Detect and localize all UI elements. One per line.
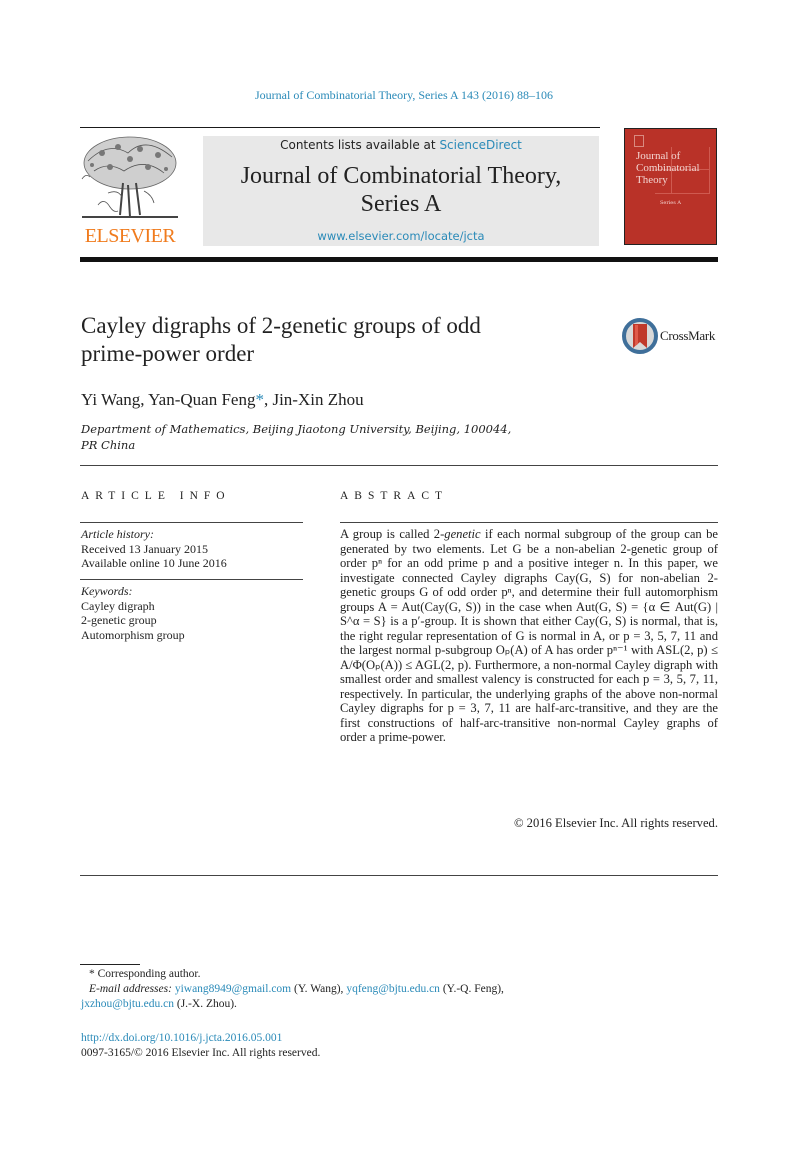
- journal-banner: Contents lists available at ScienceDirec…: [203, 136, 599, 246]
- email-owner: (Y.-Q. Feng),: [439, 983, 504, 995]
- abstract-emphasis: genetic: [444, 527, 481, 541]
- article-title: Cayley digraphs of 2-genetic groups of o…: [81, 312, 601, 368]
- article-title-line2: prime-power order: [81, 341, 255, 366]
- email-owner: (J.-X. Zhou).: [174, 998, 237, 1010]
- elsevier-wordmark: ELSEVIER: [84, 225, 176, 247]
- journal-cover-thumbnail[interactable]: Journal of Combinatorial Theory Series A: [624, 128, 717, 245]
- footnote-rule: [80, 964, 140, 965]
- keyword-item: Automorphism group: [81, 627, 185, 642]
- author-name[interactable]: Yi Wang,: [81, 390, 148, 409]
- keyword-item: 2-genetic group: [81, 613, 157, 627]
- crossmark-icon: [622, 318, 658, 354]
- email-addresses: E-mail addresses: yiwang8949@gmail.com (…: [81, 982, 721, 1012]
- issn-copyright: 0097-3165/© 2016 Elsevier Inc. All right…: [81, 1047, 321, 1059]
- header-top-rule: [80, 127, 600, 128]
- email-link[interactable]: yqfeng@bjtu.edu.cn: [346, 983, 440, 995]
- email-owner: (Y. Wang),: [291, 983, 347, 995]
- keywords-label: Keywords:: [81, 584, 133, 598]
- article-history: Article history: Received 13 January 201…: [81, 527, 227, 571]
- keywords-block: Keywords: Cayley digraph 2-genetic group…: [81, 584, 185, 642]
- abstract-rule: [340, 522, 718, 523]
- journal-url-link[interactable]: www.elsevier.com/locate/jcta: [203, 229, 599, 243]
- author-list: Yi Wang, Yan-Quan Feng*, Jin-Xin Zhou: [81, 390, 364, 410]
- doi-block: http://dx.doi.org/10.1016/j.jcta.2016.05…: [81, 1031, 320, 1061]
- cover-title-line3: Theory: [636, 174, 668, 186]
- elsevier-tree-icon: [81, 136, 178, 218]
- abstract-copyright: © 2016 Elsevier Inc. All rights reserved…: [513, 816, 718, 830]
- author-name[interactable]: Yan-Quan Feng: [148, 390, 255, 409]
- cover-subtitle: Series A: [659, 200, 682, 206]
- journal-title-line1: Journal of Combinatorial Theory,: [240, 163, 562, 189]
- affiliation: Department of Mathematics, Beijing Jiaot…: [81, 421, 581, 453]
- corresponding-author-note: * Corresponding author.: [81, 967, 721, 982]
- affiliation-line2: PR China: [81, 438, 136, 452]
- email-link[interactable]: jxzhou@bjtu.edu.cn: [81, 998, 174, 1010]
- sciencedirect-link[interactable]: ScienceDirect: [439, 138, 521, 152]
- contents-prefix: Contents lists available at: [280, 138, 440, 152]
- elsevier-logo[interactable]: ELSEVIER: [78, 133, 182, 248]
- abstract-text: A group is called 2-genetic if each norm…: [340, 527, 718, 745]
- abstract-heading: ABSTRACT: [340, 490, 449, 502]
- corresponding-author-marker[interactable]: *: [255, 390, 264, 409]
- keyword-item: Cayley digraph: [81, 598, 155, 613]
- cover-title: Journal of Combinatorial Theory: [636, 150, 700, 186]
- article-title-line1: Cayley digraphs of 2-genetic groups of o…: [81, 313, 481, 338]
- abstract-text-rest: if each normal subgroup of the group can…: [340, 527, 718, 744]
- crossmark-button[interactable]: CrossMark: [622, 318, 722, 354]
- journal-title-line2: Series A: [360, 191, 442, 217]
- abstract-text-start: A group is called 2-: [340, 527, 445, 541]
- corresponding-author-text: Corresponding author.: [94, 968, 201, 980]
- journal-title: Journal of Combinatorial Theory, Series …: [203, 162, 599, 218]
- contents-available-line: Contents lists available at ScienceDirec…: [203, 138, 599, 152]
- footnotes: * Corresponding author. E-mail addresses…: [81, 967, 721, 1012]
- article-info-heading: ARTICLE INFO: [81, 490, 231, 502]
- section-divider: [80, 465, 718, 466]
- crossmark-label: CrossMark: [660, 328, 716, 343]
- cover-logo-icon: [634, 135, 644, 147]
- journal-reference-link[interactable]: Journal of Combinatorial Theory, Series …: [0, 88, 808, 103]
- header-thick-rule: [80, 257, 718, 262]
- available-online-date: Available online 10 June 2016: [81, 556, 227, 570]
- article-history-label: Article history:: [81, 527, 154, 541]
- cover-title-line1: Journal of: [636, 150, 681, 162]
- abstract-bottom-rule: [80, 875, 718, 876]
- received-date: Received 13 January 2015: [81, 541, 208, 556]
- doi-link[interactable]: http://dx.doi.org/10.1016/j.jcta.2016.05…: [81, 1031, 320, 1046]
- keywords-rule: [80, 579, 303, 580]
- article-info-rule: [80, 522, 303, 523]
- email-label: E-mail addresses:: [89, 983, 172, 995]
- affiliation-line1: Department of Mathematics, Beijing Jiaot…: [81, 422, 512, 436]
- email-link[interactable]: yiwang8949@gmail.com: [175, 983, 291, 995]
- cover-title-line2: Combinatorial: [636, 162, 700, 174]
- author-name[interactable]: , Jin-Xin Zhou: [264, 390, 364, 409]
